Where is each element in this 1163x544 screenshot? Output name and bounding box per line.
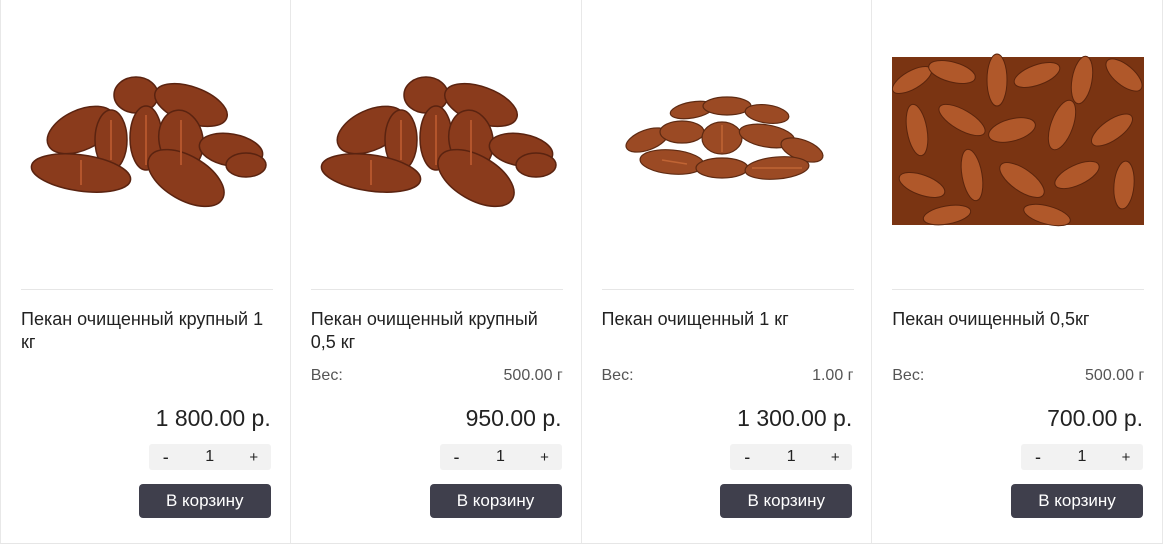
product-card: Пекан очищенный 0,5кг Вес: 500.00 г 700.… bbox=[872, 0, 1163, 543]
quantity-value[interactable]: 1 bbox=[183, 448, 237, 466]
quantity-value[interactable]: 1 bbox=[764, 448, 818, 466]
divider bbox=[310, 289, 563, 290]
add-to-cart-button[interactable]: В корзину bbox=[720, 484, 853, 518]
increase-button[interactable]: + bbox=[1109, 449, 1143, 466]
product-price: 700.00 р. bbox=[1047, 405, 1143, 431]
product-card: Пекан очищенный крупный 1 кг 1 800.00 р.… bbox=[0, 0, 291, 543]
product-title[interactable]: Пекан очищенный крупный 0,5 кг bbox=[311, 308, 563, 354]
quantity-stepper: - 1 + bbox=[439, 444, 562, 470]
product-weight bbox=[21, 367, 273, 387]
product-weight: Вес: 500.00 г bbox=[892, 367, 1144, 387]
divider bbox=[601, 289, 854, 290]
decrease-button[interactable]: - bbox=[730, 447, 764, 468]
product-title[interactable]: Пекан очищенный 0,5кг bbox=[892, 308, 1144, 331]
pecan-nuts-image bbox=[892, 53, 1145, 227]
increase-button[interactable]: + bbox=[528, 449, 562, 466]
product-weight: Вес: 500.00 г bbox=[311, 367, 563, 387]
add-to-cart-button[interactable]: В корзину bbox=[1011, 484, 1143, 518]
pecan-nuts-image bbox=[30, 76, 267, 208]
product-image[interactable] bbox=[311, 40, 563, 250]
add-to-cart-button[interactable]: В корзину bbox=[138, 484, 271, 518]
weight-value: 500.00 г bbox=[503, 367, 563, 384]
increase-button[interactable]: + bbox=[818, 449, 852, 466]
product-image[interactable] bbox=[602, 40, 854, 250]
weight-value: 500.00 г bbox=[1085, 367, 1145, 384]
quantity-stepper: - 1 + bbox=[730, 444, 853, 470]
decrease-button[interactable]: - bbox=[1021, 447, 1055, 468]
product-card: Пекан очищенный крупный 0,5 кг Вес: 500.… bbox=[291, 0, 582, 543]
weight-label: Вес: bbox=[601, 367, 634, 384]
product-card: Пекан очищенный 1 кг Вес: 1.00 г 1 300.0… bbox=[582, 0, 873, 543]
quantity-value[interactable]: 1 bbox=[474, 448, 528, 466]
product-weight: Вес: 1.00 г bbox=[602, 367, 854, 387]
product-image[interactable] bbox=[892, 40, 1145, 250]
pecan-nuts-image bbox=[624, 96, 824, 180]
product-grid: Пекан очищенный крупный 1 кг 1 800.00 р.… bbox=[0, 0, 1163, 544]
product-price: 1 300.00 р. bbox=[737, 405, 853, 431]
product-price: 1 800.00 р. bbox=[155, 405, 271, 431]
decrease-button[interactable]: - bbox=[149, 447, 183, 468]
decrease-button[interactable]: - bbox=[440, 447, 474, 468]
quantity-value[interactable]: 1 bbox=[1055, 448, 1109, 466]
divider bbox=[892, 289, 1145, 290]
product-image[interactable] bbox=[21, 40, 273, 250]
weight-label: Вес: bbox=[310, 367, 343, 384]
quantity-stepper: - 1 + bbox=[148, 444, 271, 470]
quantity-stepper: - 1 + bbox=[1021, 444, 1143, 470]
divider bbox=[21, 289, 273, 290]
add-to-cart-button[interactable]: В корзину bbox=[429, 484, 562, 518]
pecan-nuts-image bbox=[320, 76, 557, 208]
increase-button[interactable]: + bbox=[237, 449, 271, 466]
product-title[interactable]: Пекан очищенный крупный 1 кг bbox=[21, 308, 273, 354]
weight-value: 1.00 г bbox=[812, 367, 854, 384]
weight-label: Вес: bbox=[892, 367, 925, 384]
product-title[interactable]: Пекан очищенный 1 кг bbox=[602, 308, 854, 331]
product-price: 950.00 р. bbox=[465, 405, 562, 431]
